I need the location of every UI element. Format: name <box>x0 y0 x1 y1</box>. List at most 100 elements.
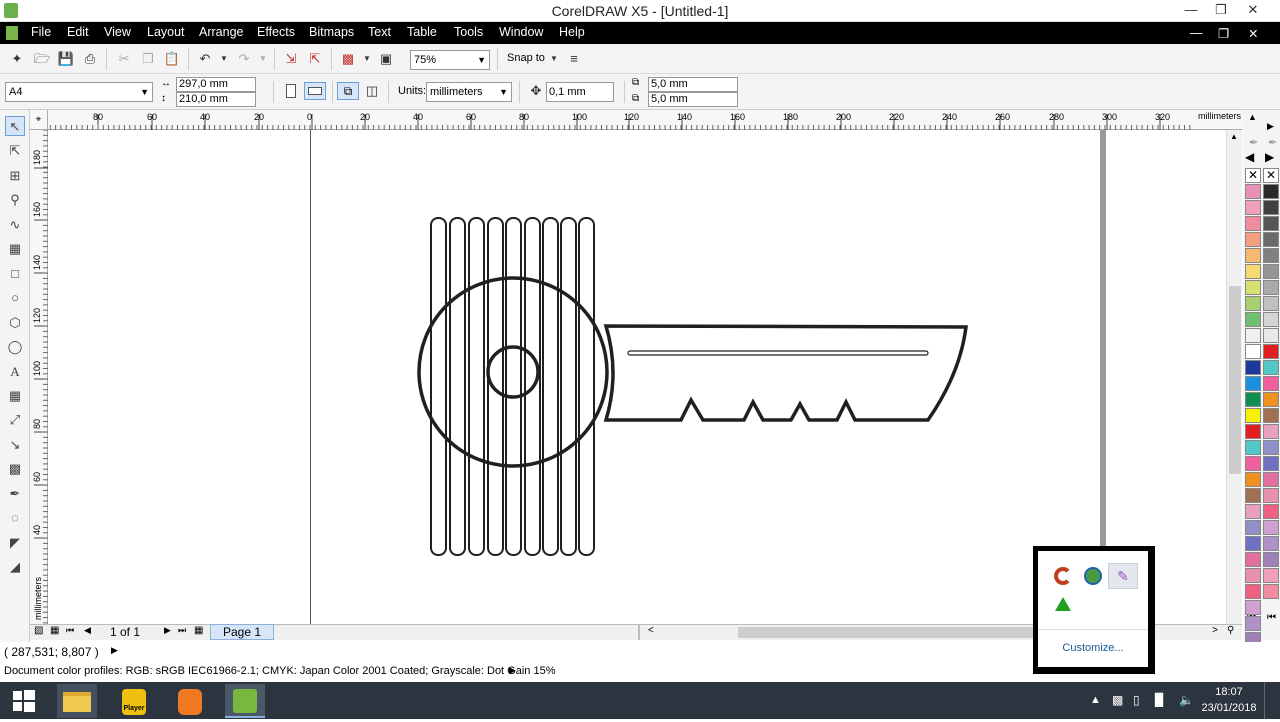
duplicate-y-field[interactable]: 5,0 mm <box>648 92 738 107</box>
palette-gray-swatch[interactable] <box>1263 200 1279 215</box>
status-flyout-icon[interactable]: ▶ <box>111 645 118 656</box>
all-pages-icon[interactable]: ⧉ <box>337 82 359 100</box>
palette-swatch[interactable] <box>1263 552 1279 567</box>
vertical-ruler[interactable]: 180 160 140 120 100 80 60 40 millimeters <box>30 130 48 624</box>
palette-gray-swatch[interactable] <box>1263 216 1279 231</box>
launcher-dropdown-icon[interactable]: ▼ <box>358 50 376 68</box>
palette-swatch[interactable] <box>1245 216 1261 231</box>
menu-arrange[interactable]: Arrange <box>199 25 243 39</box>
insert-page-after-icon[interactable]: ▦ <box>194 625 203 636</box>
insert-page-before-icon[interactable]: ▦ <box>50 625 59 636</box>
pick-tool-icon[interactable]: ↖ <box>5 116 25 136</box>
network-icon[interactable]: ▉ <box>1155 693 1164 707</box>
palette-swatch[interactable] <box>1245 392 1261 407</box>
scroll-up-icon[interactable]: ▲ <box>1230 132 1238 141</box>
palette-gray-swatch[interactable] <box>1263 184 1279 199</box>
snap-dropdown-icon[interactable]: ▼ <box>545 50 563 68</box>
browser-app-icon[interactable] <box>170 684 210 718</box>
zoom-select[interactable]: 75% ▼ <box>410 50 490 70</box>
menu-bitmaps[interactable]: Bitmaps <box>309 25 354 39</box>
palette-swatch[interactable] <box>1245 248 1261 263</box>
palette-swatch[interactable] <box>1263 472 1279 487</box>
palette-swatch[interactable] <box>1245 328 1261 343</box>
palette-flyout-icon[interactable]: ▶ <box>1267 121 1274 132</box>
cut-icon[interactable]: ✂ <box>115 50 133 68</box>
shape-tool-icon[interactable]: ⇱ <box>5 141 25 161</box>
palette-swatch[interactable] <box>1245 520 1261 535</box>
splitter[interactable] <box>638 625 640 640</box>
action-center-icon[interactable]: ▩ <box>1112 693 1123 707</box>
redo-icon[interactable]: ↷ <box>235 50 253 68</box>
navigator-icon[interactable]: ⚲ <box>1227 625 1234 636</box>
menu-view[interactable]: View <box>104 25 131 39</box>
palette-swatch[interactable] <box>1245 456 1261 471</box>
palette-right-icon[interactable]: ▶ <box>1265 150 1274 164</box>
palette-swatch[interactable] <box>1263 584 1279 599</box>
welcome-screen-icon[interactable]: ▣ <box>377 50 395 68</box>
palette-left-icon[interactable]: ◀ <box>1245 150 1254 164</box>
page-height-field[interactable]: 210,0 mm <box>176 92 256 107</box>
palette-swatch[interactable] <box>1245 536 1261 551</box>
open-icon[interactable]: 🗁 <box>33 50 51 68</box>
palette-swatch[interactable] <box>1245 552 1261 567</box>
palette-expand-icon[interactable]: ⏮ <box>1267 612 1276 623</box>
restore-icon[interactable]: ❐ <box>1206 0 1236 22</box>
menu-help[interactable]: Help <box>559 25 585 39</box>
menu-table[interactable]: Table <box>407 25 437 39</box>
palette-swatch[interactable] <box>1245 280 1261 295</box>
paste-icon[interactable]: 📋 <box>163 50 181 68</box>
menu-edit[interactable]: Edit <box>67 25 89 39</box>
outline-tool-icon[interactable]: ◌ <box>5 508 25 528</box>
palette-swatch[interactable] <box>1263 520 1279 535</box>
palette-swatch[interactable] <box>1263 568 1279 583</box>
vertical-scroll-thumb[interactable] <box>1229 286 1241 474</box>
menu-layout[interactable]: Layout <box>147 25 185 39</box>
nudge-distance-field[interactable]: 0,1 mm <box>546 82 614 102</box>
palette-gray-swatch[interactable] <box>1263 248 1279 263</box>
menu-tools[interactable]: Tools <box>454 25 483 39</box>
new-document-icon[interactable]: ✦ <box>8 50 26 68</box>
palette-swatch[interactable] <box>1263 344 1279 359</box>
palette-swatch[interactable] <box>1263 360 1279 375</box>
doc-minimize-icon[interactable]: — <box>1190 26 1203 40</box>
portrait-icon[interactable] <box>286 84 296 98</box>
palette-swatch[interactable] <box>1263 488 1279 503</box>
interactive-blend-tool-icon[interactable]: ▩ <box>5 459 25 479</box>
landscape-icon[interactable] <box>304 82 326 100</box>
save-icon[interactable]: 💾 <box>57 50 75 68</box>
palette-swatch[interactable] <box>1245 200 1261 215</box>
palette-swatch[interactable] <box>1245 440 1261 455</box>
current-page-icon[interactable]: ◫ <box>363 82 381 100</box>
show-desktop-button[interactable] <box>1264 682 1265 719</box>
next-page-icon[interactable]: ▶ <box>164 625 171 636</box>
scroll-right-icon[interactable]: > <box>1212 625 1218 636</box>
palette-swatch[interactable] <box>1245 232 1261 247</box>
palette-swatch[interactable] <box>1263 536 1279 551</box>
palette-swatch[interactable] <box>1245 504 1261 519</box>
palette-swatch[interactable] <box>1245 360 1261 375</box>
palette-swatch[interactable] <box>1245 296 1261 311</box>
polygon-tool-icon[interactable]: ⬡ <box>5 313 25 333</box>
green-triangle-icon[interactable] <box>1055 597 1071 611</box>
copy-icon[interactable]: ❐ <box>139 50 157 68</box>
snap-to-button[interactable]: Snap to <box>507 52 545 64</box>
player-app-icon[interactable]: Player <box>114 684 154 718</box>
page-tab[interactable]: Page 1 <box>210 624 274 640</box>
show-hidden-icons-icon[interactable]: ▲ <box>1090 694 1101 706</box>
eyedropper-tool-icon[interactable]: ✒ <box>5 484 25 504</box>
start-button[interactable] <box>0 682 48 719</box>
pen-icon[interactable]: ✎ <box>1108 563 1138 589</box>
palette-gray-swatch[interactable] <box>1263 296 1279 311</box>
profiles-flyout-icon[interactable]: ▶ <box>509 665 516 676</box>
freehand-tool-icon[interactable]: ∿ <box>5 215 25 235</box>
doc-close-icon[interactable]: ✕ <box>1248 26 1258 41</box>
duplicate-x-field[interactable]: 5,0 mm <box>648 77 738 92</box>
last-page-icon[interactable]: ⏭ <box>178 625 186 636</box>
rectangle-tool-icon[interactable]: □ <box>5 264 25 284</box>
redo-dropdown-icon[interactable]: ▼ <box>254 50 272 68</box>
palette-gray-swatch[interactable] <box>1263 312 1279 327</box>
palette-swatch[interactable] <box>1245 344 1261 359</box>
palette-swatch[interactable] <box>1245 616 1261 631</box>
page-size-select[interactable]: A4 ▼ <box>5 82 153 102</box>
table-tool-icon[interactable]: ▦ <box>5 386 25 406</box>
